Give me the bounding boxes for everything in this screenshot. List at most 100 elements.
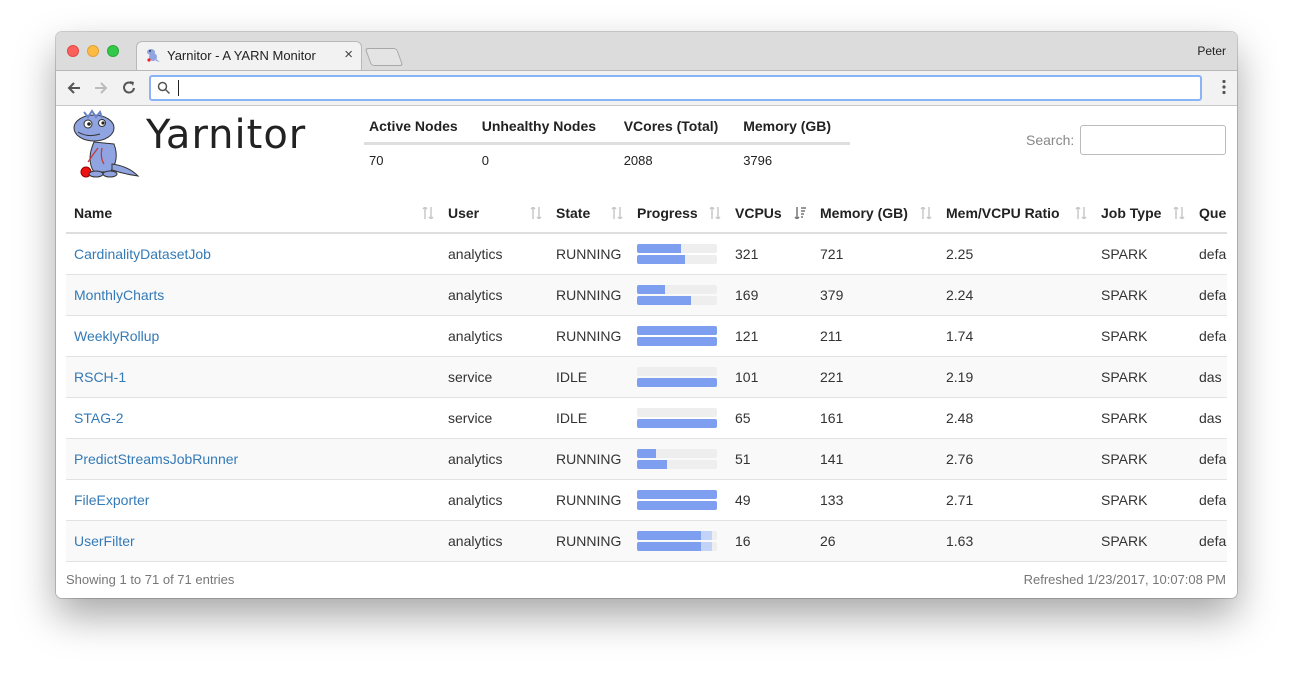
progress-fill [637,490,717,499]
state-cell-text: IDLE [556,369,588,385]
job-type-cell-text: SPARK [1101,287,1148,303]
cluster-stats: Active Nodes Unhealthy Nodes VCores (Tot… [364,114,850,176]
progress-fill [637,460,667,469]
progress-cell [629,233,727,275]
progress-fill [637,419,717,428]
search-label: Search: [1026,132,1075,148]
state-cell: RUNNING [548,479,629,521]
queue-cell: defa [1191,479,1227,521]
column-header-progress[interactable]: Progress [629,194,727,234]
ratio-cell: 2.48 [938,397,1093,439]
job-type-cell-text: SPARK [1101,369,1148,385]
vcpus-cell-text: 321 [735,246,759,262]
job-name-cell-text[interactable]: PredictStreamsJobRunner [74,451,238,467]
table-row[interactable]: CardinalityDatasetJob analytics RUNNING 321… [66,233,1227,275]
progress-bar [637,285,717,294]
vcpus-cell: 16 [727,520,812,562]
yarnitor-page: Yarnitor Active Nodes Unhealthy Nodes VC… [56,106,1237,598]
job-type-cell-text: SPARK [1101,410,1148,426]
dinosaur-logo-icon [73,109,140,178]
more-menu-icon[interactable] [1221,79,1227,95]
progress-fill [637,255,685,264]
forward-arrow-icon[interactable] [91,77,111,99]
column-header-user[interactable]: User [440,194,548,234]
progress-bar [637,490,717,499]
user-cell-text: analytics [448,246,503,262]
job-name-cell-text[interactable]: WeeklyRollup [74,328,159,344]
sort-both-icon [709,207,721,219]
user-cell-text: service [448,369,493,385]
back-arrow-icon[interactable] [64,77,84,99]
vcpus-cell: 101 [727,356,812,398]
memory-cell: 161 [812,397,938,439]
table-row[interactable]: RSCH-1 service IDLE 101 221 2.19 SPARK das [66,356,1227,398]
close-window-button[interactable] [67,45,79,57]
profile-name[interactable]: Peter [1197,44,1226,58]
browser-tab[interactable]: Yarnitor - A YARN Monitor × [136,41,362,70]
state-cell: RUNNING [548,438,629,480]
browser-window: Yarnitor - A YARN Monitor × Peter Yarnit… [56,32,1237,598]
memory-cell-text: 721 [820,246,844,262]
reload-icon[interactable] [119,77,139,99]
tab-close-icon[interactable]: × [344,46,353,63]
memory-cell-text: 26 [820,533,836,549]
column-header-memory[interactable]: Memory (GB) [812,194,938,234]
state-cell-text: IDLE [556,410,588,426]
column-header-queue[interactable]: Que [1191,194,1227,234]
job-name-cell-text[interactable]: STAG-2 [74,410,124,426]
progress-bar [637,460,717,469]
search-input[interactable] [1080,125,1226,155]
vcpus-cell: 51 [727,438,812,480]
column-header-state[interactable]: State [548,194,629,234]
new-tab-button[interactable] [364,48,404,66]
job-name-cell-text[interactable]: RSCH-1 [74,369,126,385]
job-name-cell-text[interactable]: UserFilter [74,533,135,549]
column-header-name[interactable]: Name [66,194,440,234]
column-header-label: Mem/VCPU Ratio [946,205,1060,221]
minimize-window-button[interactable] [87,45,99,57]
column-header-ratio[interactable]: Mem/VCPU Ratio [938,194,1093,234]
job-type-cell: SPARK [1093,520,1191,562]
zoom-window-button[interactable] [107,45,119,57]
table-row[interactable]: STAG-2 service IDLE 65 161 2.48 SPARK das [66,397,1227,439]
table-row[interactable]: UserFilter analytics RUNNING 16 26 1.63 SPARK d… [66,520,1227,562]
user-cell: service [440,397,548,439]
vcpus-cell: 321 [727,233,812,275]
user-cell-text: service [448,410,493,426]
memory-cell: 141 [812,438,938,480]
progress-fill [637,285,665,294]
tab-title: Yarnitor - A YARN Monitor [167,48,316,63]
table-row[interactable]: FileExporter analytics RUNNING 49 133 2.71 SPA… [66,479,1227,521]
memory-cell-text: 133 [820,492,844,508]
vcpus-cell-text: 65 [735,410,751,426]
vcpus-cell: 49 [727,479,812,521]
progress-bar [637,501,717,510]
jobs-table-body: CardinalityDatasetJob analytics RUNNING 321… [66,233,1227,562]
vcpus-cell-text: 101 [735,369,759,385]
column-header-vcpus[interactable]: VCPUs [727,194,812,234]
table-row[interactable]: WeeklyRollup analytics RUNNING 121 211 1.74 SP… [66,315,1227,357]
progress-fill [637,296,691,305]
address-bar[interactable] [149,75,1202,101]
progress-bar [637,244,717,253]
job-name-cell-text[interactable]: CardinalityDatasetJob [74,246,211,262]
column-header-label: Job Type [1101,205,1162,221]
ratio-cell: 2.25 [938,233,1093,275]
progress-fill [637,531,701,540]
state-cell-text: RUNNING [556,451,622,467]
column-header-label: User [448,205,480,221]
state-cell-text: RUNNING [556,533,622,549]
queue-cell: defa [1191,233,1227,275]
job-name-cell-text[interactable]: MonthlyCharts [74,287,164,303]
queue-cell-text: defa [1199,492,1227,508]
table-row[interactable]: MonthlyCharts analytics RUNNING 169 379 2.24 S… [66,274,1227,316]
job-name-cell: STAG-2 [66,397,440,439]
ratio-cell-text: 2.19 [946,369,974,385]
table-row[interactable]: PredictStreamsJobRunner analytics RUNNING 5… [66,438,1227,480]
job-name-cell-text[interactable]: FileExporter [74,492,149,508]
progress-fill [637,244,681,253]
state-cell: RUNNING [548,520,629,562]
column-header-job-type[interactable]: Job Type [1093,194,1191,234]
vcpus-cell: 169 [727,274,812,316]
progress-bar [637,326,717,335]
